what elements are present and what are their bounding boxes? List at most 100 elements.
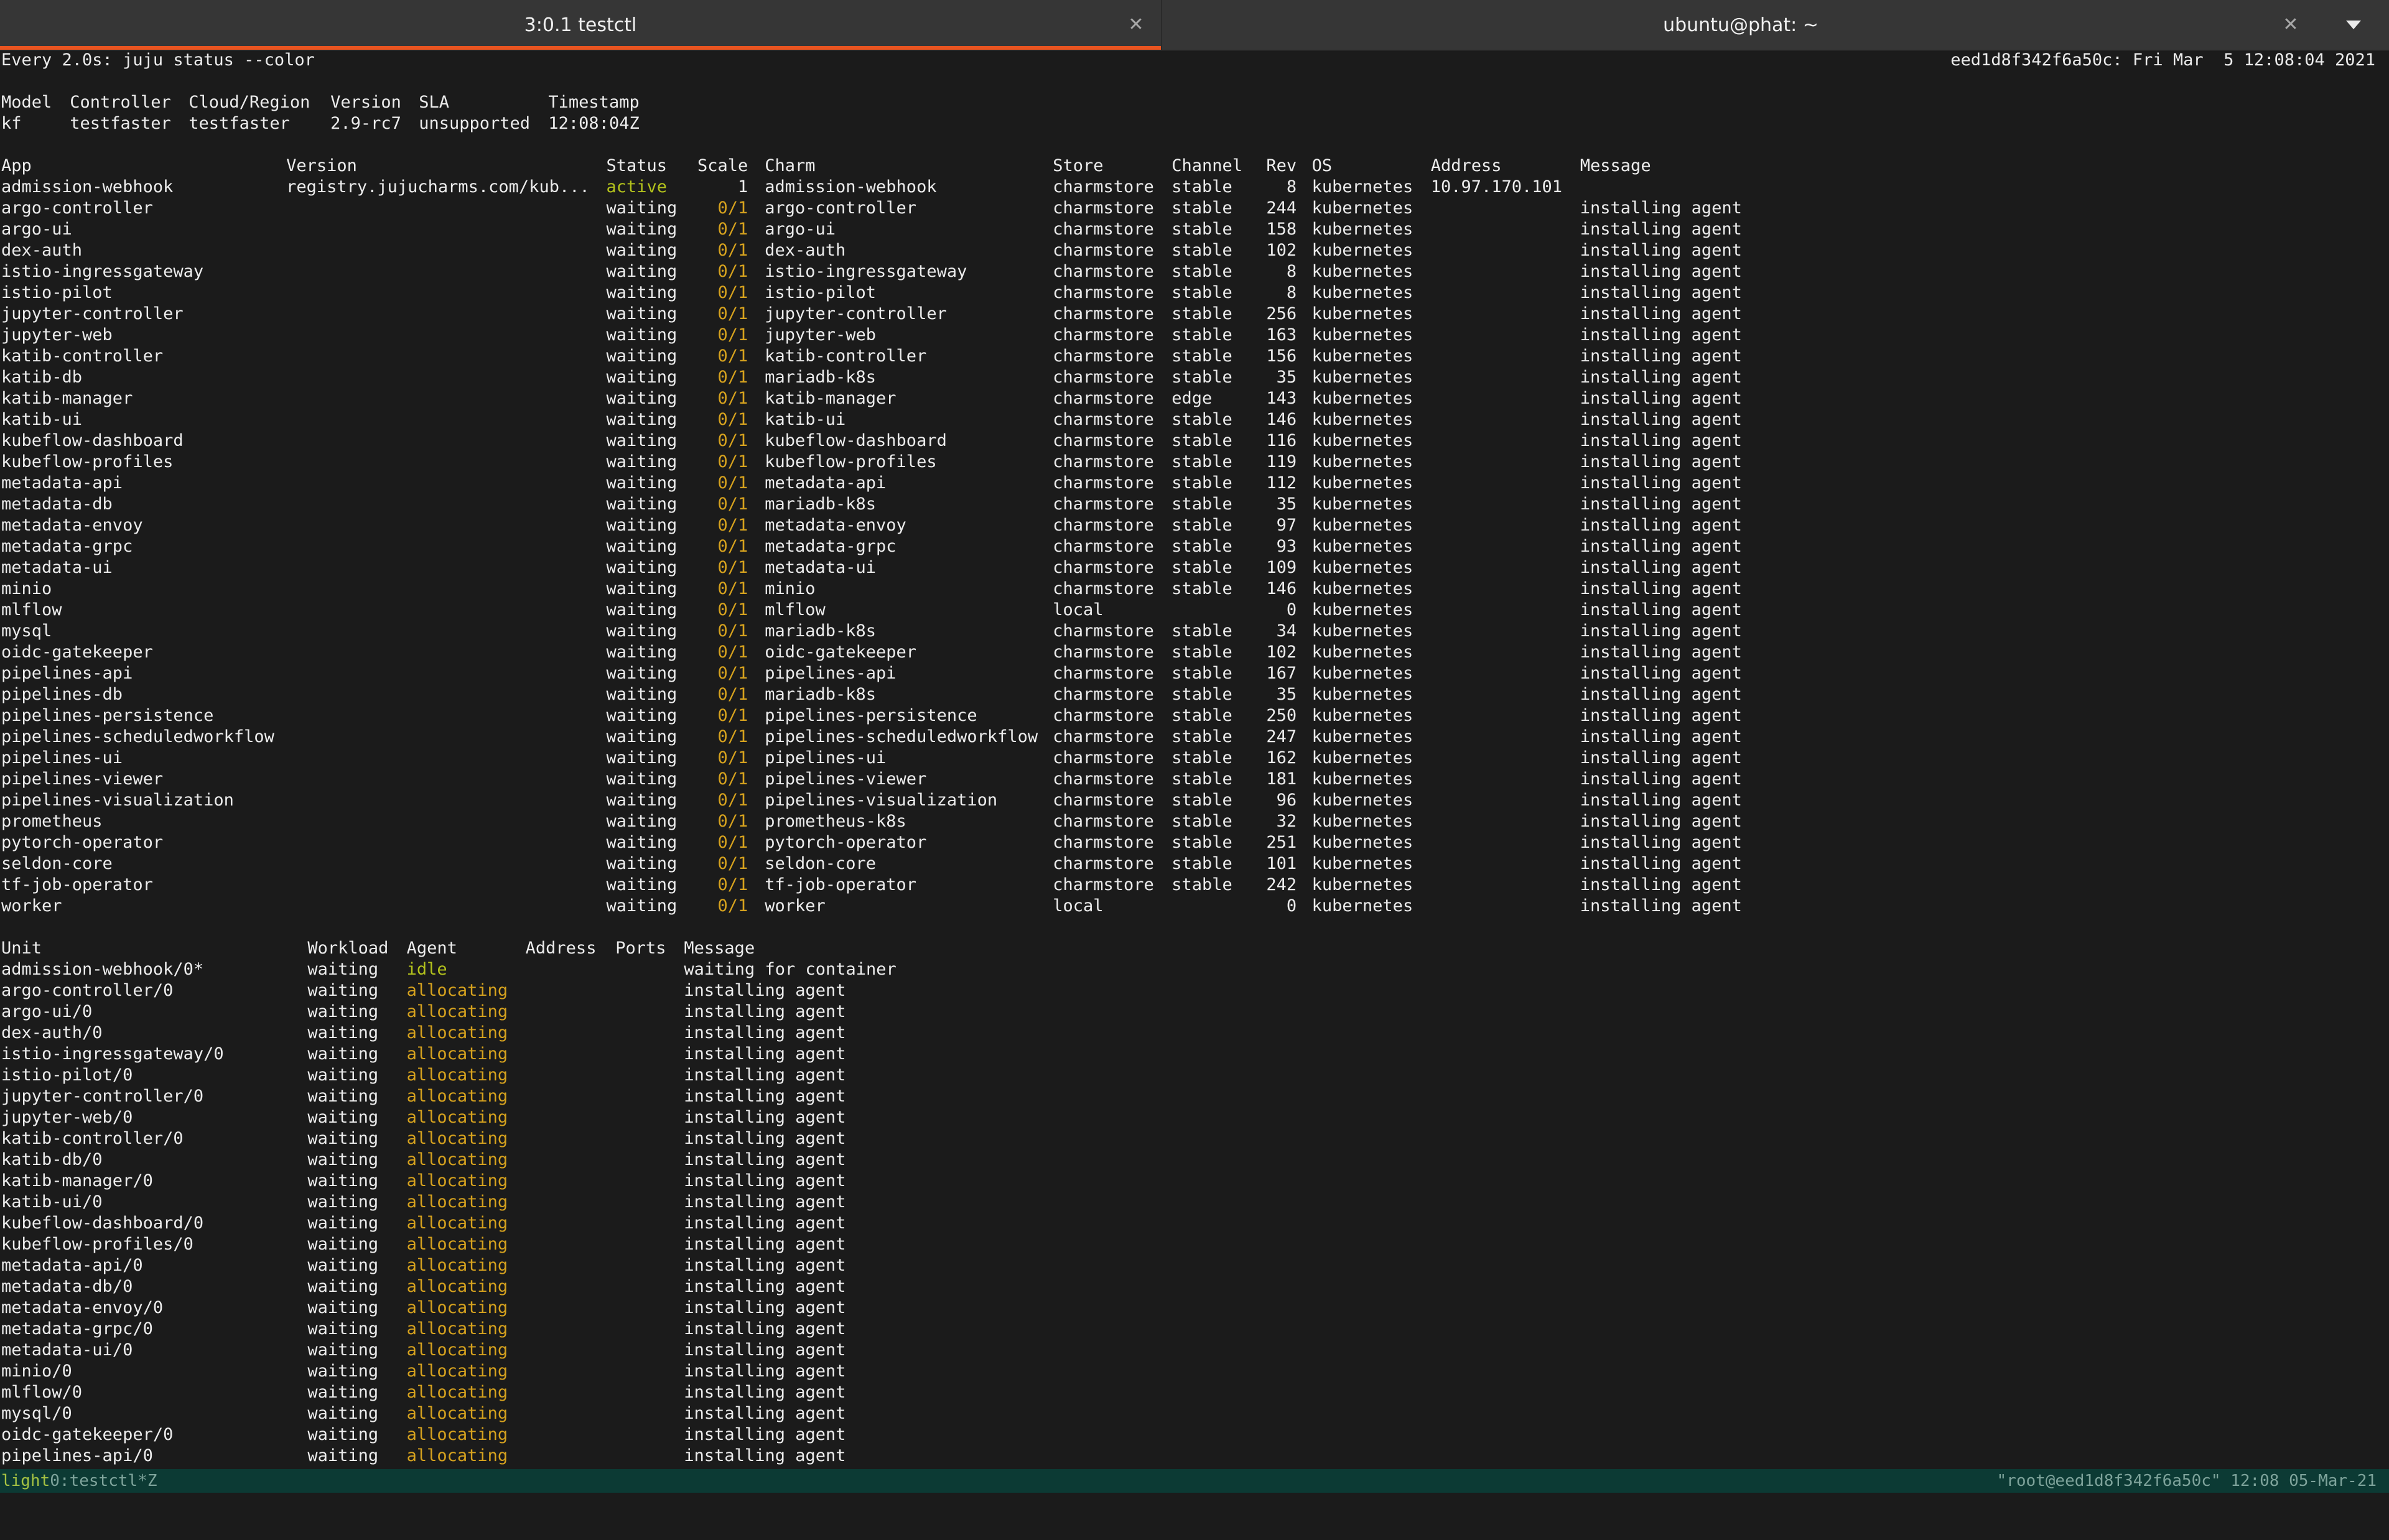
app-row: pipelines-apiwaiting0/1pipelines-apichar… [1, 663, 2388, 684]
app-cell: charmstore [1053, 346, 1154, 367]
blank-line [1, 71, 2388, 92]
app-cell: installing agent [1580, 325, 1742, 346]
app-row: seldon-corewaiting0/1seldon-corecharmsto… [1, 853, 2388, 874]
tmux-window-name: 0:testctl*Z [50, 1472, 157, 1490]
app-cell: 116 [1266, 430, 1297, 452]
unit-cell: allocating [407, 1276, 508, 1297]
app-cell: 0/1 [718, 684, 748, 705]
tmux-status-bar: light0:testctl*Z "root@eed1d8f342f6a50c"… [0, 1469, 2389, 1493]
app-cell: charmstore [1053, 452, 1154, 473]
app-cell: katib-controller [765, 346, 926, 367]
unit-cell: installing agent [684, 1044, 845, 1065]
app-cell: charmstore [1053, 473, 1154, 494]
app-cell: 0/1 [718, 388, 748, 409]
unit-cell: installing agent [684, 1128, 845, 1149]
unit-cell: allocating [407, 1319, 508, 1340]
app-cell: 0/1 [718, 430, 748, 452]
tab-testctl[interactable]: 3:0.1 testctl ✕ [0, 0, 1161, 50]
unit-cell: installing agent [684, 1192, 845, 1213]
unit-cell: istio-pilot/0 [1, 1065, 133, 1086]
app-cell: 0/1 [718, 853, 748, 874]
app-cell: jupyter-web [1, 325, 113, 346]
app-cell: 0/1 [718, 304, 748, 325]
app-row: kubeflow-dashboardwaiting0/1kubeflow-das… [1, 430, 2388, 452]
app-cell: metadata-grpc [1, 536, 133, 557]
chevron-down-icon [2346, 21, 2361, 29]
app-cell: local [1053, 600, 1103, 621]
unit-cell: metadata-ui/0 [1, 1340, 133, 1361]
unit-cell: allocating [407, 980, 508, 1001]
app-cell: 112 [1266, 473, 1297, 494]
app-cell: installing agent [1580, 367, 1742, 388]
unit-cell: dex-auth/0 [1, 1023, 103, 1044]
app-cell: installing agent [1580, 790, 1742, 811]
app-cell: kubernetes [1312, 177, 1413, 198]
app-cell: 0/1 [718, 726, 748, 748]
app-cell: 0/1 [718, 600, 748, 621]
app-cell: 0/1 [718, 874, 748, 896]
tab-ubuntu-shell[interactable]: ubuntu@phat: ~ ✕ [1161, 0, 2319, 50]
unit-row: oidc-gatekeeper/0waitingallocatinginstal… [1, 1424, 2388, 1445]
unit-cell: allocating [407, 1445, 508, 1467]
tmux-session-name: light [1, 1472, 50, 1490]
app-cell: waiting [606, 198, 677, 219]
unit-cell: installing agent [684, 1001, 845, 1023]
app-cell: seldon-core [1, 853, 113, 874]
unit-cell: allocating [407, 1149, 508, 1171]
app-cell: kubernetes [1312, 515, 1413, 536]
unit-row: jupyter-web/0waitingallocatinginstalling… [1, 1107, 2388, 1128]
unit-cell: installing agent [684, 980, 845, 1001]
unit-row: argo-ui/0waitingallocatinginstalling age… [1, 1001, 2388, 1023]
unit-cell: installing agent [684, 1023, 845, 1044]
app-cell: stable [1171, 177, 1232, 198]
app-cell: 181 [1266, 769, 1297, 790]
close-icon[interactable]: ✕ [1125, 14, 1147, 36]
unit-row: istio-pilot/0waitingallocatinginstalling… [1, 1065, 2388, 1086]
app-cell: installing agent [1580, 198, 1742, 219]
model-cell: testfaster [189, 113, 290, 134]
apps-col-header: Status [606, 155, 667, 177]
app-cell: kubernetes [1312, 473, 1413, 494]
app-cell: installing agent [1580, 240, 1742, 261]
blank-line [1, 134, 2388, 155]
unit-cell: installing agent [684, 1149, 845, 1171]
app-cell: installing agent [1580, 346, 1742, 367]
app-cell: kubernetes [1312, 705, 1413, 726]
app-cell: 0/1 [718, 494, 748, 515]
unit-cell: waiting [307, 1424, 378, 1445]
app-cell: waiting [606, 325, 677, 346]
app-cell: charmstore [1053, 853, 1154, 874]
app-cell: waiting [606, 853, 677, 874]
app-cell: 0/1 [718, 219, 748, 240]
units-col-header: Message [684, 938, 755, 959]
app-cell: stable [1171, 642, 1232, 663]
app-cell: installing agent [1580, 578, 1742, 600]
app-cell: stable [1171, 748, 1232, 769]
app-cell: 35 [1277, 494, 1297, 515]
app-cell: kubernetes [1312, 621, 1413, 642]
app-cell: waiting [606, 790, 677, 811]
unit-cell: kubeflow-dashboard/0 [1, 1213, 203, 1234]
unit-cell: installing agent [684, 1086, 845, 1107]
unit-cell: waiting [307, 1086, 378, 1107]
app-row: pipelines-uiwaiting0/1pipelines-uicharms… [1, 748, 2388, 769]
app-cell: stable [1171, 874, 1232, 896]
app-cell: installing agent [1580, 642, 1742, 663]
app-cell: 163 [1266, 325, 1297, 346]
model-col-header: Timestamp [548, 92, 639, 113]
app-cell: stable [1171, 515, 1232, 536]
terminal-output[interactable]: Every 2.0s: juju status --coloreed1d8f34… [1, 50, 2388, 1469]
app-cell: waiting [606, 240, 677, 261]
app-cell: 0/1 [718, 811, 748, 832]
app-cell: 0/1 [718, 557, 748, 578]
app-cell: kubernetes [1312, 494, 1413, 515]
app-cell: 0/1 [718, 346, 748, 367]
app-cell: waiting [606, 282, 677, 304]
app-cell: installing agent [1580, 261, 1742, 282]
close-icon[interactable]: ✕ [2280, 14, 2302, 36]
app-cell: charmstore [1053, 705, 1154, 726]
tabs-menu-button[interactable] [2318, 0, 2389, 50]
app-cell: installing agent [1580, 663, 1742, 684]
app-cell: istio-pilot [1, 282, 113, 304]
unit-cell: installing agent [684, 1382, 845, 1403]
